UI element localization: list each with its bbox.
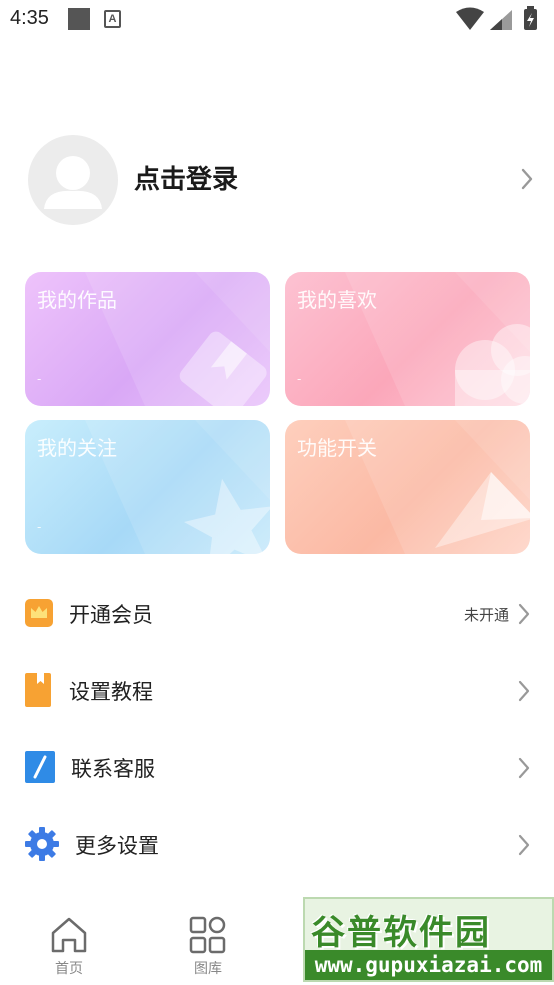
crown-icon (25, 599, 53, 627)
menu-label: 联系客服 (71, 757, 155, 781)
my-likes-card[interactable]: 我的喜欢 - (285, 272, 530, 406)
watermark-url: www.gupuxiazai.com (305, 950, 552, 980)
tab-label: 首页 (55, 961, 83, 977)
menu-item-customer-service[interactable]: 联系客服 (25, 742, 535, 792)
chevron-right-icon (518, 680, 530, 702)
menu-label: 开通会员 (69, 603, 153, 627)
card-title: 我的作品 (37, 288, 117, 312)
gear-icon (25, 827, 59, 861)
chevron-right-icon[interactable] (520, 167, 534, 191)
stop-square-icon (68, 8, 90, 30)
card-count: - (37, 520, 42, 534)
card-title: 我的喜欢 (297, 288, 377, 312)
a-letter-icon: A (104, 10, 121, 28)
my-works-card[interactable]: 我的作品 - (25, 272, 270, 406)
status-bar: 4:35 A (0, 0, 554, 38)
menu-item-more-settings[interactable]: 更多设置 (25, 819, 535, 869)
chevron-right-icon (518, 757, 530, 779)
avatar[interactable] (28, 135, 118, 225)
card-title: 我的关注 (37, 436, 117, 460)
default-avatar-icon (44, 156, 102, 209)
my-follows-card[interactable]: 我的关注 - (25, 420, 270, 554)
home-icon (51, 917, 87, 953)
menu-item-vip[interactable]: 开通会员 未开通 (25, 588, 535, 638)
login-label[interactable]: 点击登录 (134, 159, 238, 196)
profile-login-row[interactable]: 点击登录 (28, 135, 534, 225)
feature-switch-card[interactable]: 功能开关 (285, 420, 530, 554)
wifi-icon (456, 7, 484, 30)
pen-icon (25, 751, 55, 783)
watermark-logo: 谷普软件园 www.gupuxiazai.com (303, 897, 554, 982)
tab-label: 图库 (194, 961, 222, 977)
book-icon (25, 673, 51, 707)
card-title: 功能开关 (297, 436, 377, 460)
menu-item-tutorial[interactable]: 设置教程 (25, 665, 535, 715)
grid-icon (189, 916, 226, 954)
chevron-right-icon (518, 834, 530, 856)
card-count: - (37, 372, 42, 386)
system-status-icons (456, 6, 537, 30)
card-count: - (297, 372, 302, 386)
menu-label: 设置教程 (69, 680, 153, 704)
tab-home[interactable]: 首页 (29, 916, 109, 985)
chevron-right-icon (518, 603, 530, 625)
vip-status: 未开通 (463, 606, 509, 624)
watermark-title: 谷普软件园 (311, 913, 491, 953)
tab-gallery[interactable]: 图库 (168, 916, 248, 985)
status-time: 4:35 (10, 7, 49, 29)
menu-label: 更多设置 (75, 834, 159, 858)
